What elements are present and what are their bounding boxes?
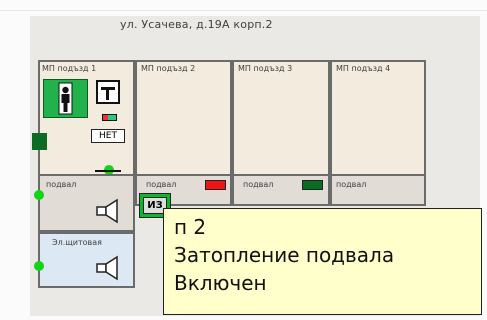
basement-3-label: подвал — [243, 180, 274, 189]
status-indicator-icon[interactable] — [302, 180, 323, 190]
tooltip-line-3: Включен — [174, 271, 267, 295]
status-chip: НЕТ — [91, 129, 125, 143]
entrance-3[interactable] — [232, 60, 330, 178]
entrance-2-label: МП подъзд 2 — [141, 64, 196, 73]
basement-4-label: подвал — [336, 180, 367, 189]
electrical-room-label: Эл.щитовая — [52, 238, 102, 247]
basement-4[interactable] — [330, 174, 426, 206]
entrance-2[interactable] — [135, 60, 232, 178]
person-glyph-icon — [58, 82, 73, 115]
entrance-4-label: МП подъзд 4 — [336, 64, 391, 73]
top-border — [0, 0, 487, 11]
alarm-indicator-icon[interactable] — [205, 180, 226, 190]
tooltip-line-2: Затопление подвала — [174, 243, 395, 267]
basement-3[interactable] — [232, 174, 330, 206]
t-sensor-icon[interactable] — [96, 80, 120, 104]
basement-2-label: подвал — [146, 180, 177, 189]
entrance-4[interactable] — [330, 60, 426, 178]
speaker-icon[interactable] — [95, 198, 123, 224]
address-title: ул. Усачева, д.19А корп.2 — [120, 18, 273, 31]
tooltip: п 2 Затопление подвала Включен — [163, 208, 482, 315]
t-stem-icon — [106, 87, 109, 100]
battery-icon — [102, 114, 117, 121]
room-speaker-icon[interactable] — [95, 255, 123, 281]
basement-dot-icon — [34, 190, 44, 200]
entrance-1-label: МП подъзд 1 — [42, 64, 97, 73]
person-icon[interactable] — [43, 79, 88, 118]
basement-1-label: подвал — [46, 180, 77, 189]
connection-line — [95, 170, 121, 172]
room-dot-icon — [34, 261, 44, 271]
entrance-3-label: МП подъзд 3 — [238, 64, 293, 73]
door-indicator-icon[interactable] — [32, 133, 47, 150]
tooltip-line-1: п 2 — [174, 215, 207, 239]
